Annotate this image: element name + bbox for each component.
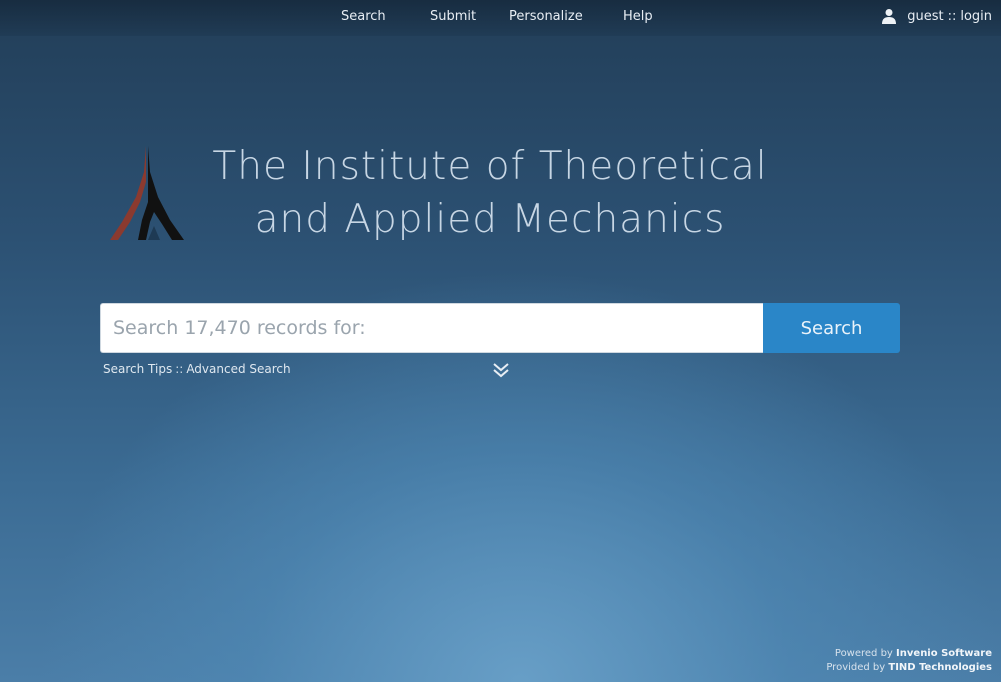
nav-search-link[interactable]: Search xyxy=(341,9,386,24)
search-button[interactable]: Search xyxy=(763,303,900,353)
double-chevron-down-icon[interactable] xyxy=(491,362,511,380)
search-options-links: Search Tips:: Advanced Search xyxy=(103,362,291,376)
user-account-area: guest :: login xyxy=(881,8,992,24)
search-tips-link[interactable]: Search Tips xyxy=(103,362,172,376)
tower-logo-icon xyxy=(110,146,184,240)
search-bar: Search xyxy=(100,303,900,353)
links-separator: :: xyxy=(175,362,184,376)
provided-by-prefix: Provided by xyxy=(826,662,886,673)
nav-submit-link[interactable]: Submit xyxy=(430,9,476,24)
guest-username[interactable]: guest xyxy=(907,9,943,24)
advanced-search-link[interactable]: Advanced Search xyxy=(186,362,290,376)
provided-by-line: Provided by TIND Technologies xyxy=(826,661,992,675)
nav-help-link[interactable]: Help xyxy=(623,9,653,24)
powered-by-prefix: Powered by xyxy=(834,648,893,659)
tind-technologies-link[interactable]: TIND Technologies xyxy=(888,662,992,673)
invenio-software-link[interactable]: Invenio Software xyxy=(896,648,992,659)
user-separator: :: xyxy=(947,8,957,24)
title-line-1: The Institute of Theoretical xyxy=(212,144,768,189)
user-icon xyxy=(882,9,897,24)
footer-credits: Powered by Invenio Software Provided by … xyxy=(826,647,992,675)
login-link[interactable]: login xyxy=(960,9,992,24)
nav-personalize-link[interactable]: Personalize xyxy=(509,9,583,24)
institute-title: The Institute of Theoretical and Applied… xyxy=(190,140,790,246)
top-navigation-bar: Search Submit Personalize Help guest :: … xyxy=(0,0,1001,36)
powered-by-line: Powered by Invenio Software xyxy=(826,647,992,661)
search-input[interactable] xyxy=(100,303,763,353)
title-line-2: and Applied Mechanics xyxy=(254,197,726,242)
